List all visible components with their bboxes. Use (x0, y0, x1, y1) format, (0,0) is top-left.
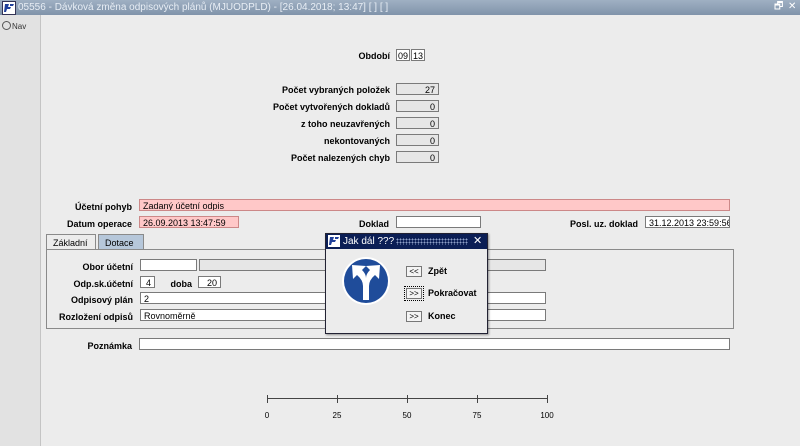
doba-label: doba (170, 279, 193, 289)
counter-value-chyb: 0 (396, 151, 439, 163)
progress-scale: 0 25 50 75 100 (265, 395, 554, 420)
obdobi-year-field[interactable]: 13 (411, 49, 425, 61)
datum-operace-field[interactable]: 26.09.2013 13:47:59 (139, 216, 239, 228)
poznamka-label: Poznámka (87, 341, 132, 351)
close-button[interactable]: ✕ (788, 0, 796, 14)
counter-label-nekontovanych: nekontovaných (323, 136, 390, 146)
globe-icon (2, 21, 11, 30)
obdobi-label: Období (358, 51, 391, 61)
counter-label-neuzavrenych: z toho neuzavřených (300, 119, 390, 129)
nav-sidebar: Nav (0, 15, 41, 446)
rozlozeni-odpisu-label: Rozložení odpisů (59, 312, 133, 322)
counter-value-vytvorenych: 0 (396, 100, 439, 112)
dialog-title: Jak dál ??? (343, 236, 395, 247)
dialog-titlebar-pattern (396, 238, 468, 245)
posl-uz-doklad-field: 31.12.2013 23:59:56 (645, 216, 730, 228)
datum-operace-label: Datum operace (66, 219, 132, 229)
doklad-field[interactable] (396, 216, 481, 228)
zpet-button[interactable]: << (406, 266, 422, 277)
progress-tick (547, 395, 548, 403)
app-logo-icon (328, 235, 340, 247)
progress-tick (477, 395, 478, 403)
odp-sk-ucetni-label: Odp.sk.účetní (73, 279, 133, 289)
fork-arrow-icon (341, 256, 391, 306)
progress-tick-label: 25 (332, 411, 342, 420)
pokracovat-button[interactable]: >> (404, 286, 424, 301)
zpet-label: Zpět (428, 266, 447, 276)
ucetni-pohyb-label: Účetní pohyb (74, 202, 132, 212)
jak-dal-dialog: Jak dál ??? ✕ << Zpět >> Pokračovat >> K… (325, 233, 488, 334)
posl-uz-doklad-label: Posl. uz. doklad (569, 219, 638, 229)
progress-tick-label: 50 (402, 411, 412, 420)
poznamka-field[interactable] (139, 338, 730, 350)
counter-value-vybranych: 27 (396, 83, 439, 95)
counter-value-neuzavrenych: 0 (396, 117, 439, 129)
obor-ucetni-label: Obor účetní (82, 262, 133, 272)
pokracovat-label: Pokračovat (428, 288, 477, 298)
obdobi-month-field[interactable]: 09 (396, 49, 410, 61)
tab-dotace[interactable]: Dotace (98, 234, 144, 250)
progress-tick (337, 395, 338, 403)
nav-button[interactable]: Nav (2, 21, 26, 31)
odp-sk-ucetni-field[interactable]: 4 (140, 276, 155, 288)
progress-tick (407, 395, 408, 403)
progress-tick-label: 100 (540, 411, 554, 420)
konec-button[interactable]: >> (406, 311, 422, 322)
obor-ucetni-field[interactable] (140, 259, 197, 271)
doklad-label: Doklad (358, 219, 389, 229)
counter-label-vybranych: Počet vybraných položek (281, 85, 390, 95)
counter-label-chyb: Počet nalezených chyb (290, 153, 390, 163)
app-logo-icon (2, 1, 16, 15)
counter-label-vytvorenych: Počet vytvořených dokladů (272, 102, 390, 112)
progress-tick-label: 0 (264, 411, 270, 420)
restore-button[interactable]: 🗗 (774, 0, 783, 14)
counter-value-nekontovanych: 0 (396, 134, 439, 146)
konec-label: Konec (428, 311, 456, 321)
odpisovy-plan-label: Odpisový plán (70, 295, 133, 305)
doba-field[interactable]: 20 (198, 276, 221, 288)
dialog-close-button[interactable]: ✕ (473, 235, 482, 247)
window-titlebar: 05556 - Dávková změna odpisových plánů (… (0, 0, 800, 15)
dialog-titlebar: Jak dál ??? ✕ (326, 234, 487, 249)
progress-tick-label: 75 (472, 411, 482, 420)
tab-zakladni[interactable]: Základní (46, 234, 96, 250)
ucetni-pohyb-field[interactable]: Zadaný účetní odpis (139, 199, 730, 211)
progress-tick (267, 395, 268, 403)
nav-label: Nav (12, 22, 27, 31)
window-title: 05556 - Dávková změna odpisových plánů (… (18, 2, 389, 13)
